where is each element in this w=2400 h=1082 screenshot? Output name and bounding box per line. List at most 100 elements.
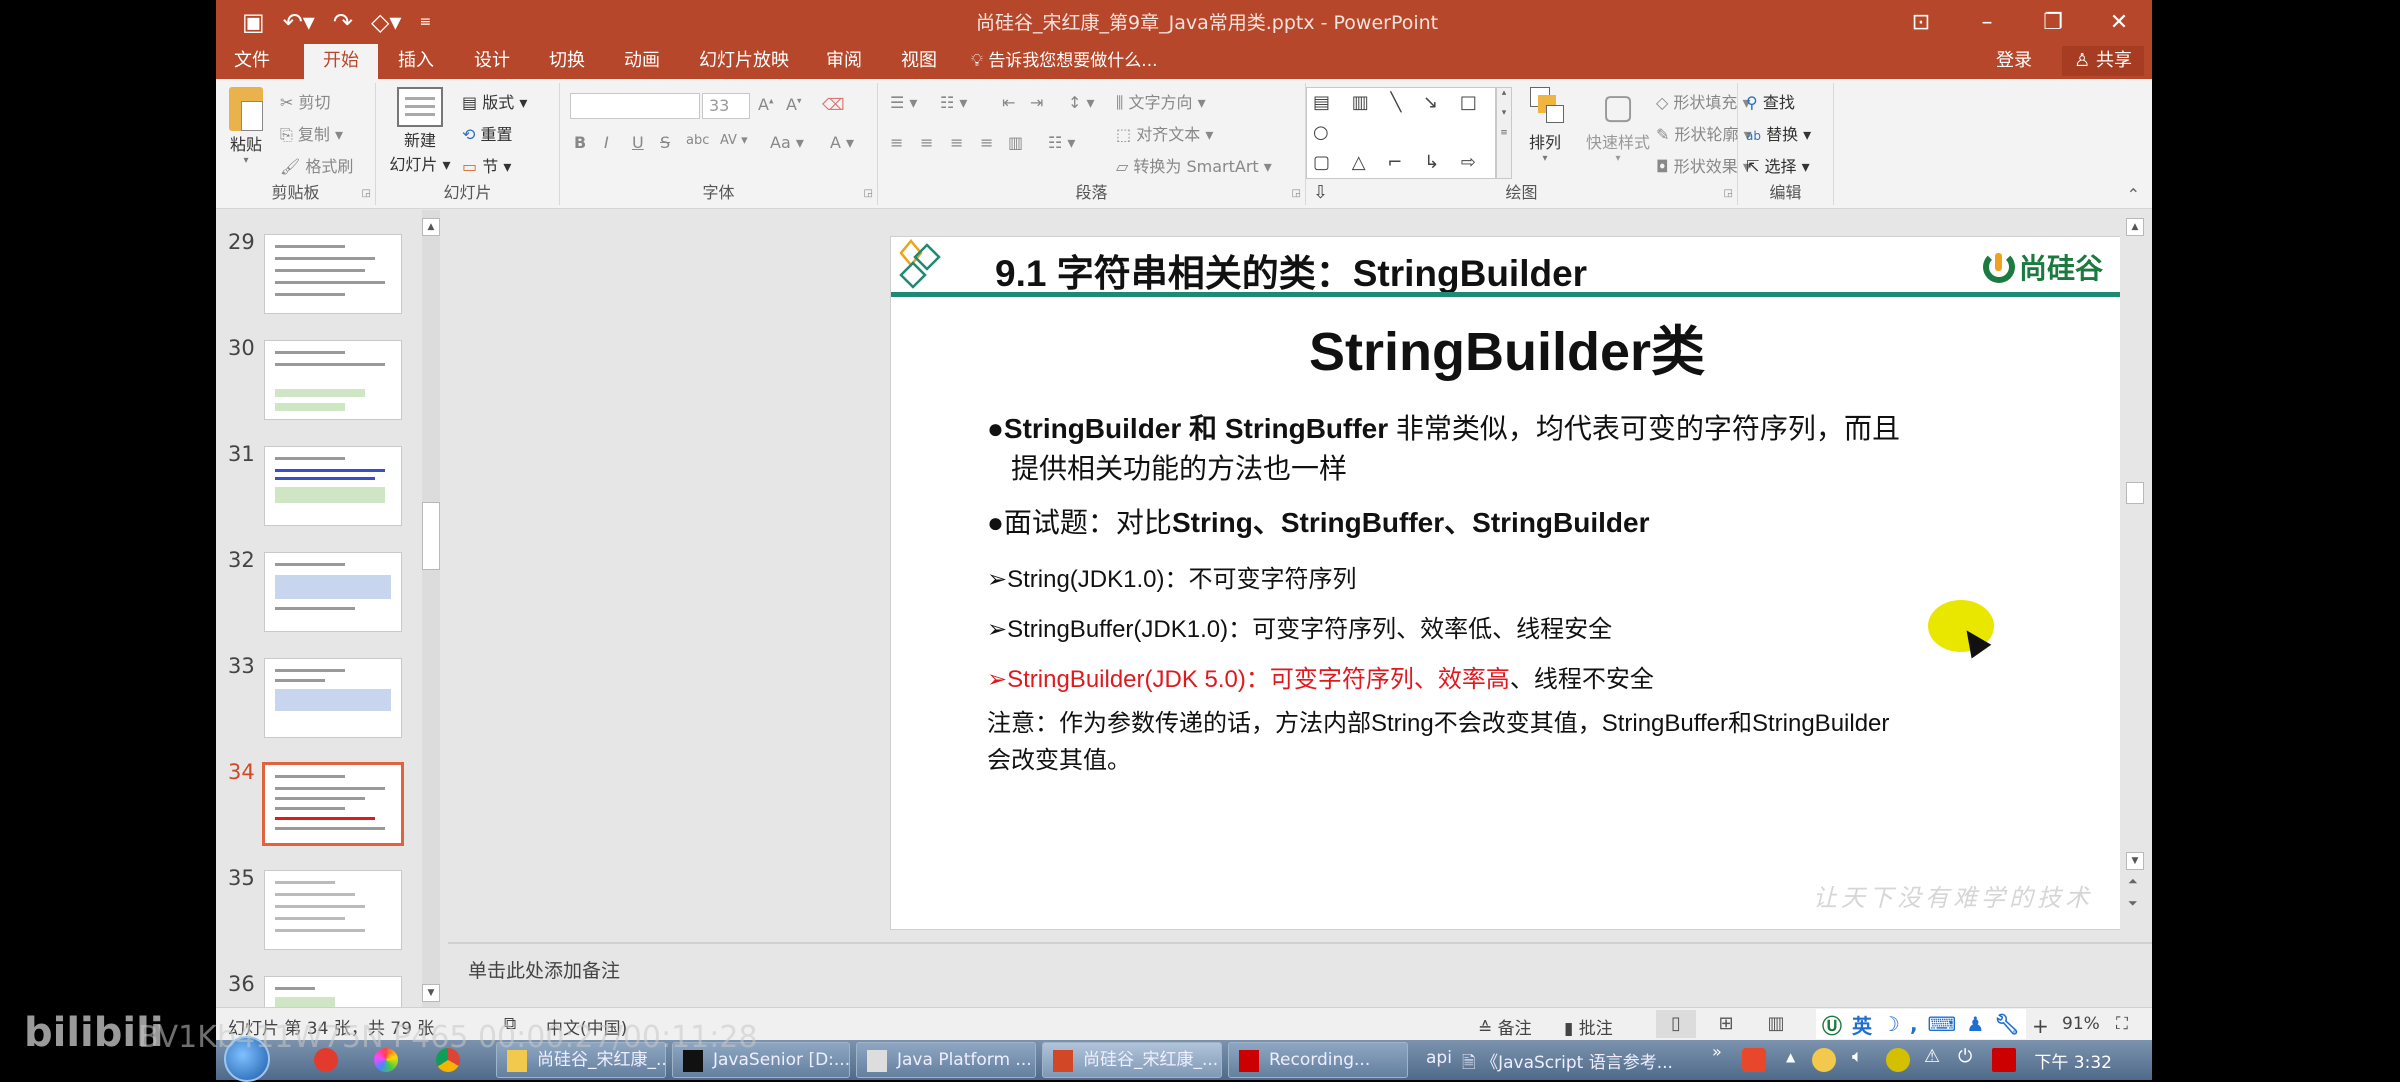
character-spacing-button[interactable]: AV ▾ <box>720 133 748 148</box>
taskbar-item-active[interactable]: 尚硅谷_宋红康_... <box>1042 1042 1222 1078</box>
decrease-indent-button[interactable]: ⇤ <box>1002 93 1015 112</box>
plug-icon[interactable]: ⏻ <box>1958 1046 1972 1067</box>
notes-placeholder[interactable]: 单击此处添加备注 <box>468 956 620 983</box>
redo-icon[interactable]: ↷ <box>333 8 353 36</box>
numbering-button[interactable]: ☷ ▾ <box>940 93 967 112</box>
align-center-button[interactable]: ≡ <box>920 133 933 152</box>
font-size-input[interactable]: 33 <box>702 93 750 119</box>
ribbon-display-options-icon[interactable]: ⊡ <box>1888 0 1954 44</box>
cut-button[interactable]: ✂ 剪切 <box>280 89 331 113</box>
tab-animations[interactable]: 动画 <box>614 44 670 79</box>
normal-view-button[interactable]: ▯ <box>1656 1010 1696 1038</box>
font-name-input[interactable] <box>570 93 700 119</box>
arrange-button[interactable]: 排列 ▾ <box>1520 85 1570 164</box>
dialog-launcher-icon[interactable]: ◲ <box>362 188 371 199</box>
slide-thumbnail[interactable] <box>264 446 402 526</box>
show-hidden-icons[interactable]: ▲ <box>1786 1050 1795 1064</box>
current-slide[interactable]: 9.1 字符串相关的类：StringBuilder 尚硅谷 StringBuil… <box>890 236 2124 930</box>
zoom-level[interactable]: 91% <box>2062 1014 2100 1034</box>
next-slide-icon[interactable]: ⏷ <box>2128 896 2138 911</box>
previous-slide-icon[interactable]: ⏶ <box>2128 874 2138 889</box>
tab-slideshow[interactable]: 幻灯片放映 <box>689 44 799 79</box>
bold-button[interactable]: B <box>574 133 586 152</box>
start-from-beginning-icon[interactable]: ◇▾ <box>371 8 402 36</box>
section-button[interactable]: ▭ 节 ▾ <box>462 153 511 177</box>
increase-indent-button[interactable]: ⇥ <box>1030 93 1043 112</box>
notes-pane[interactable]: 单击此处添加备注 <box>448 942 2152 1007</box>
tab-transitions[interactable]: 切换 <box>539 44 595 79</box>
taskbar-item[interactable]: Recording... <box>1228 1042 1408 1078</box>
reset-button[interactable]: ⟲ 重置 <box>462 121 513 145</box>
strikethrough-button[interactable]: S <box>660 133 670 152</box>
paste-button[interactable]: 粘贴 ▾ <box>224 87 268 166</box>
save-icon[interactable]: ▣ <box>242 8 265 36</box>
slide-thumbnail[interactable] <box>264 552 402 632</box>
taskbar-overflow-icon[interactable]: » <box>1712 1042 1722 1061</box>
collapse-ribbon-icon[interactable]: ⌃ <box>2127 185 2140 204</box>
shadow-button[interactable]: abc <box>686 133 709 148</box>
slide-sorter-button[interactable]: ⊞ <box>1706 1010 1746 1038</box>
bullets-button[interactable]: ☰ ▾ <box>890 93 917 112</box>
thumbnail-item[interactable]: 29 <box>222 230 422 319</box>
line-spacing-button[interactable]: ↕ ▾ <box>1068 93 1095 112</box>
volume-icon[interactable]: 🔈︎ <box>1852 1046 1863 1067</box>
format-painter-button[interactable]: 🖌︎ 格式刷 <box>280 153 353 177</box>
align-text-button[interactable]: ⬚ 对齐文本 ▾ <box>1116 121 1213 145</box>
shapes-gallery[interactable]: ▤ ▥ ╲ ↘ □ ○ ▢ △ ⌐ ↳ ⇨ ⇩ ◲ ∿ ╮ ∧ { } <box>1306 87 1496 263</box>
thumbnail-item[interactable]: 31 <box>222 442 422 531</box>
dialog-launcher-icon[interactable]: ◲ <box>864 188 873 199</box>
columns-button[interactable]: ☷ ▾ <box>1048 133 1075 152</box>
reading-view-button[interactable]: ▥ <box>1756 1010 1796 1038</box>
tab-view[interactable]: 视图 <box>891 44 947 79</box>
login-link[interactable]: 登录 <box>1996 44 2032 78</box>
sogou-ime-icon[interactable] <box>1742 1048 1766 1072</box>
shrink-font-button[interactable]: A▾ <box>786 95 801 114</box>
undo-icon[interactable]: ↶▾ <box>283 8 315 36</box>
fit-to-window-icon[interactable]: ⛶ <box>2116 1014 2128 1034</box>
network-user-icon[interactable] <box>1812 1048 1836 1072</box>
restore-icon[interactable]: ❐ <box>2020 0 2086 44</box>
zoom-in-button[interactable]: + <box>2032 1014 2049 1038</box>
font-color-button[interactable]: A ▾ <box>830 133 854 152</box>
quick-styles-button[interactable]: ▢ 快速样式 ▾ <box>1576 85 1660 164</box>
scroll-down-button[interactable]: ▼ <box>2126 852 2144 870</box>
dialog-launcher-icon[interactable]: ◲ <box>1724 188 1733 199</box>
editor-scrollbar[interactable]: ▲ ▼ ⏶ ⏷ <box>2120 210 2152 940</box>
api-label[interactable]: api <box>1426 1048 1452 1068</box>
align-right-button[interactable]: ≡ <box>950 133 963 152</box>
underline-button[interactable]: U <box>632 133 644 152</box>
text-direction-button[interactable]: ⫼ 文字方向 ▾ <box>1116 89 1206 113</box>
tab-insert[interactable]: 插入 <box>388 44 444 79</box>
security-icon[interactable] <box>1886 1048 1910 1072</box>
layout-button[interactable]: ▤ 版式 ▾ <box>462 89 527 113</box>
thumbnail-item[interactable]: 32 <box>222 548 422 637</box>
italic-button[interactable]: I <box>604 133 609 152</box>
notes-toggle[interactable]: ≙ 备注 <box>1478 1014 1532 1039</box>
scroll-up-button[interactable]: ▲ <box>422 218 440 236</box>
scroll-up-button[interactable]: ▲ <box>2126 218 2144 236</box>
thumbnail-item[interactable]: 35 <box>222 866 422 955</box>
slide-thumbnail[interactable] <box>264 976 402 1007</box>
new-slide-button[interactable]: 新建 幻灯片 ▾ <box>384 87 456 175</box>
convert-smartart-button[interactable]: ▱ 转换为 SmartArt ▾ <box>1116 153 1272 177</box>
thumbnail-item[interactable]: 33 <box>222 654 422 743</box>
shape-fill-button[interactable]: ◇ 形状填充 ▾ <box>1656 89 1751 113</box>
thumbnail-item[interactable]: 30 <box>222 336 422 425</box>
thumbnail-item[interactable]: 36 <box>222 972 422 1007</box>
slide-thumbnail[interactable] <box>264 234 402 314</box>
tab-file[interactable]: 文件 <box>224 44 280 79</box>
customize-icon[interactable]: ≡ <box>419 14 431 30</box>
scroll-thumb[interactable] <box>422 502 440 570</box>
align-left-button[interactable]: ≡ <box>890 133 903 152</box>
comments-toggle[interactable]: ▮ 批注 <box>1564 1014 1613 1039</box>
change-case-button[interactable]: Aa ▾ <box>770 133 804 152</box>
system-clock[interactable]: 下午 3:32 <box>2034 1048 2112 1073</box>
ime-toolbar[interactable]: Ⓤ 英 ☽ , ⌨ ♟ 🔧︎ <box>1816 1009 2026 1039</box>
close-icon[interactable]: ✕ <box>2086 0 2152 44</box>
tab-review[interactable]: 审阅 <box>816 44 872 79</box>
thumbnails-scrollbar[interactable]: ▲ ▼ <box>422 210 440 1007</box>
taskbar-item[interactable]: Java Platform ... <box>856 1042 1036 1078</box>
scroll-thumb[interactable] <box>2126 482 2144 504</box>
gallery-scroll[interactable]: ▴ ▾ ≡ <box>1496 87 1512 179</box>
thumbnail-item-active[interactable]: 34 <box>222 760 422 849</box>
